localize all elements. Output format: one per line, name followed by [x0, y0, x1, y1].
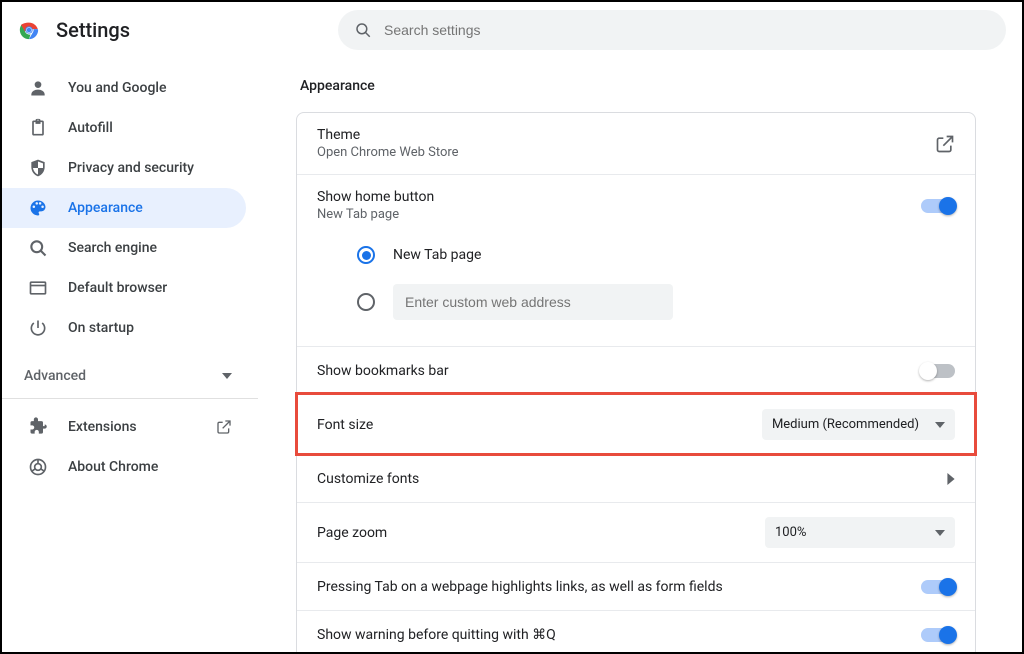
nav-label: Appearance	[68, 200, 143, 216]
search-icon	[354, 21, 372, 39]
row-customize-fonts[interactable]: Customize fonts	[297, 454, 975, 502]
row-home-button: Show home button New Tab page	[297, 174, 975, 236]
row-warn-quit: Show warning before quitting with ⌘Q	[297, 610, 975, 652]
search-input[interactable]	[384, 22, 990, 38]
nav-label: About Chrome	[68, 459, 158, 475]
nav-label: Privacy and security	[68, 160, 194, 176]
row-font-size: Font size Medium (Recommended)	[297, 394, 975, 454]
nav-extensions[interactable]: Extensions	[2, 407, 258, 447]
warn-quit-toggle[interactable]	[921, 628, 955, 642]
font-size-dropdown[interactable]: Medium (Recommended)	[762, 409, 955, 440]
home-button-label: Show home button	[317, 189, 434, 205]
row-theme[interactable]: Theme Open Chrome Web Store	[297, 113, 975, 174]
chevron-down-icon	[222, 371, 232, 381]
row-bookmarks-bar: Show bookmarks bar	[297, 346, 975, 394]
radio-new-tab[interactable]	[357, 246, 375, 264]
nav-autofill[interactable]: Autofill	[2, 108, 246, 148]
row-page-zoom: Page zoom 100%	[297, 502, 975, 562]
person-icon	[28, 78, 48, 98]
home-button-options: New Tab page	[297, 236, 975, 346]
settings-title: Settings	[56, 18, 130, 42]
bookmarks-bar-label: Show bookmarks bar	[317, 363, 449, 379]
nav-you-and-google[interactable]: You and Google	[2, 68, 246, 108]
radio-custom-url[interactable]	[357, 293, 375, 311]
customize-fonts-label: Customize fonts	[317, 471, 419, 487]
search-settings-bar[interactable]	[338, 10, 1006, 50]
nav-about-chrome[interactable]: About Chrome	[2, 447, 258, 487]
tab-highlights-label: Pressing Tab on a webpage highlights lin…	[317, 579, 723, 595]
search-icon	[28, 238, 48, 258]
page-zoom-label: Page zoom	[317, 525, 387, 541]
nav-label: On startup	[68, 320, 134, 336]
home-button-toggle[interactable]	[921, 199, 955, 213]
open-external-icon[interactable]	[935, 134, 955, 154]
radio-new-tab-label: New Tab page	[393, 247, 481, 263]
nav-label: Extensions	[68, 419, 137, 435]
browser-window-icon	[28, 278, 48, 298]
chrome-outline-icon	[28, 457, 48, 477]
extension-icon	[28, 417, 48, 437]
chevron-down-icon	[935, 530, 945, 536]
appearance-card: Theme Open Chrome Web Store Show home bu…	[296, 112, 976, 652]
font-size-value: Medium (Recommended)	[772, 417, 919, 432]
tab-highlights-toggle[interactable]	[921, 580, 955, 594]
home-button-sub: New Tab page	[317, 207, 434, 222]
chevron-down-icon	[935, 422, 945, 428]
nav-privacy-security[interactable]: Privacy and security	[2, 148, 246, 188]
custom-url-input[interactable]	[393, 284, 673, 320]
open-external-icon	[216, 419, 232, 435]
palette-icon	[28, 198, 48, 218]
shield-icon	[28, 158, 48, 178]
font-size-label: Font size	[317, 417, 373, 433]
chevron-right-icon	[947, 473, 955, 485]
nav-advanced[interactable]: Advanced	[2, 354, 258, 399]
nav-label: Search engine	[68, 240, 157, 256]
nav-on-startup[interactable]: On startup	[2, 308, 246, 348]
nav-label: Autofill	[68, 120, 113, 136]
warn-quit-label: Show warning before quitting with ⌘Q	[317, 627, 556, 643]
sidebar: You and Google Autofill Privacy and secu…	[2, 58, 258, 652]
page-zoom-dropdown[interactable]: 100%	[765, 517, 955, 548]
nav-label: Default browser	[68, 280, 167, 296]
page-title: Appearance	[296, 78, 976, 94]
advanced-label: Advanced	[24, 368, 86, 384]
chrome-logo-icon	[18, 19, 40, 41]
page-zoom-value: 100%	[775, 525, 806, 540]
bookmarks-bar-toggle[interactable]	[921, 364, 955, 378]
power-icon	[28, 318, 48, 338]
nav-default-browser[interactable]: Default browser	[2, 268, 246, 308]
clipboard-icon	[28, 118, 48, 138]
nav-search-engine[interactable]: Search engine	[2, 228, 246, 268]
nav-appearance[interactable]: Appearance	[2, 188, 246, 228]
theme-sub: Open Chrome Web Store	[317, 145, 459, 160]
row-tab-highlights: Pressing Tab on a webpage highlights lin…	[297, 562, 975, 610]
theme-label: Theme	[317, 127, 459, 143]
nav-label: You and Google	[68, 80, 166, 96]
